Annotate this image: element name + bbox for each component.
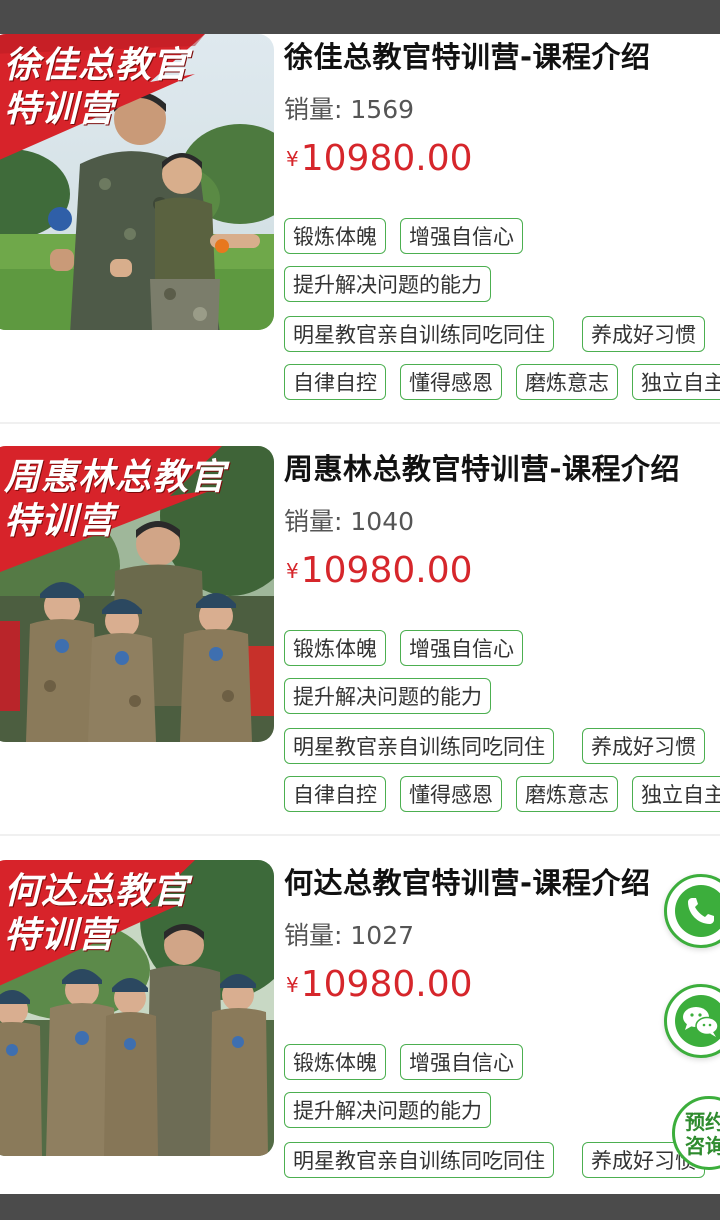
tag: 懂得感恩 [400,364,502,400]
product-thumbnail[interactable]: 何达总教官 特训营 [0,860,274,1156]
product-title[interactable]: 徐佳总教官特训营-课程介绍 [284,34,651,76]
tag: 明星教官亲自训练同吃同住 [284,316,554,352]
sales-value: 1027 [350,921,415,950]
currency-symbol: ¥ [286,973,299,997]
tag: 增强自信心 [400,630,523,666]
tag: 磨炼意志 [516,776,618,812]
tag: 养成好习惯 [582,728,705,764]
tag: 锻炼体魄 [284,1044,386,1080]
product-card[interactable]: 周惠林总教官 特训营 周惠林总教官特训营-课程介绍 销量: 1040 ¥1098… [0,446,720,858]
tag: 独立自主 [632,776,720,812]
tag: 明星教官亲自训练同吃同住 [284,1142,554,1178]
card-divider [0,834,720,836]
tag: 锻炼体魄 [284,630,386,666]
product-list[interactable]: 徐佳总教官 特训营 徐佳总教官特训营-课程介绍 销量: 1569 ¥10980.… [0,34,720,1194]
product-price: ¥10980.00 [286,964,473,1005]
product-title[interactable]: 周惠林总教官特训营-课程介绍 [284,446,680,488]
tag: 自律自控 [284,364,386,400]
tag: 提升解决问题的能力 [284,266,491,302]
wechat-icon [675,995,720,1047]
price-amount: 10980.00 [300,550,473,591]
sales-value: 1040 [350,507,415,536]
product-price: ¥10980.00 [286,550,473,591]
consult-label-line1: 预约 [685,1110,720,1134]
sales-label: 销量: [284,921,343,950]
sales-count: 销量: 1027 [284,916,414,952]
currency-symbol: ¥ [286,559,299,583]
product-card[interactable]: 徐佳总教官 特训营 徐佳总教官特训营-课程介绍 销量: 1569 ¥10980.… [0,34,720,446]
sales-count: 销量: 1040 [284,502,414,538]
sales-label: 销量: [284,95,343,124]
product-price: ¥10980.00 [286,138,473,179]
phone-icon [675,885,720,937]
banner-line-2: 特训营 [4,914,116,956]
sales-count: 销量: 1569 [284,90,414,126]
currency-symbol: ¥ [286,147,299,171]
product-thumbnail[interactable]: 周惠林总教官 特训营 [0,446,274,742]
product-card[interactable]: 何达总教官 特训营 何达总教官特训营-课程介绍 销量: 1027 ¥10980.… [0,860,720,1194]
tag: 增强自信心 [400,218,523,254]
tag: 锻炼体魄 [284,218,386,254]
tag: 提升解决问题的能力 [284,678,491,714]
tag: 明星教官亲自训练同吃同住 [284,728,554,764]
bottom-system-bar [0,1194,720,1220]
card-divider [0,422,720,424]
tag: 磨炼意志 [516,364,618,400]
product-title[interactable]: 何达总教官特训营-课程介绍 [284,860,651,902]
price-amount: 10980.00 [300,964,473,1005]
tag: 提升解决问题的能力 [284,1092,491,1128]
sales-value: 1569 [350,95,415,124]
banner-line-2: 特训营 [4,88,116,130]
tag: 懂得感恩 [400,776,502,812]
tag: 养成好习惯 [582,316,705,352]
consult-label-line2: 咨询 [685,1134,720,1158]
sales-label: 销量: [284,507,343,536]
top-status-bar [0,0,720,34]
tag: 增强自信心 [400,1044,523,1080]
tag: 独立自主 [632,364,720,400]
banner-line-2: 特训营 [4,500,116,542]
price-amount: 10980.00 [300,138,473,179]
product-thumbnail[interactable]: 徐佳总教官 特训营 [0,34,274,330]
app-screen: 徐佳总教官 特训营 徐佳总教官特训营-课程介绍 销量: 1569 ¥10980.… [0,0,720,1220]
tag: 自律自控 [284,776,386,812]
